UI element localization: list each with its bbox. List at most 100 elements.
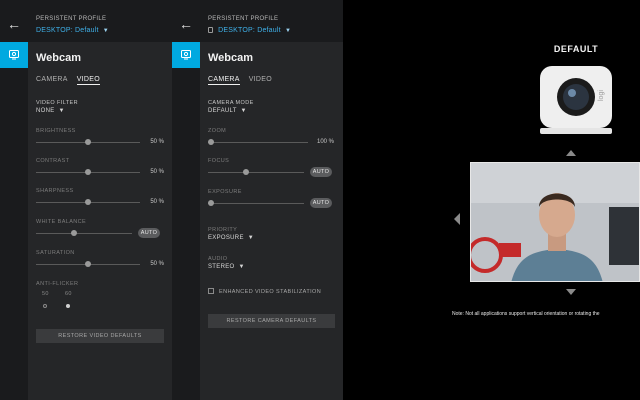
persistent-profile-label: PERSISTENT PROFILE: [208, 16, 279, 22]
profile-prefix: DESKTOP:: [218, 27, 256, 34]
saturation-label: SATURATION: [36, 250, 75, 256]
slider-handle[interactable]: [85, 199, 91, 205]
settings-tabs: CAMERA VIDEO: [36, 76, 107, 85]
chevron-down-icon: ▼: [247, 235, 254, 241]
rotate-up-arrow-icon[interactable]: [566, 150, 576, 156]
profile-prefix: DESKTOP:: [36, 27, 73, 34]
contrast-value: 50 %: [150, 169, 164, 175]
sharpness-slider[interactable]: [36, 199, 140, 205]
webcam-device-button[interactable]: [172, 42, 200, 68]
saturation-slider[interactable]: [36, 261, 140, 267]
chevron-down-icon: ▼: [240, 108, 247, 114]
saturation-value: 50 %: [150, 261, 164, 267]
chevron-down-icon: ▼: [284, 28, 292, 34]
profile-header: PERSISTENT PROFILE DESKTOP: Default ▼: [200, 0, 343, 42]
webcam-device-button[interactable]: [0, 42, 28, 68]
profile-header: PERSISTENT PROFILE DESKTOP: Default ▼: [28, 0, 172, 42]
profile-value: Default: [75, 27, 99, 34]
zoom-slider[interactable]: [208, 139, 308, 145]
tab-video[interactable]: VIDEO: [249, 76, 272, 83]
webcam-lens: [563, 84, 589, 110]
slider-handle[interactable]: [243, 169, 250, 175]
stabilization-label: ENHANCED VIDEO STABILIZATION: [219, 289, 322, 295]
white-balance-auto-toggle[interactable]: AUTO: [138, 228, 160, 238]
slider-handle[interactable]: [85, 169, 91, 175]
slider-track: [36, 232, 132, 234]
profile-value: Default: [257, 27, 281, 34]
persistent-profile-label: PERSISTENT PROFILE: [36, 16, 107, 22]
contrast-slider[interactable]: [36, 169, 140, 175]
restore-camera-defaults-button[interactable]: RESTORE CAMERA DEFAULTS: [208, 314, 335, 328]
profile-selector[interactable]: DESKTOP: Default ▼: [36, 27, 109, 34]
anti-flicker-60-label: 60: [65, 291, 72, 297]
webcam-icon: [181, 50, 191, 60]
back-arrow-icon[interactable]: ←: [6, 16, 22, 32]
slider-handle[interactable]: [71, 230, 78, 236]
page-title: Webcam: [36, 52, 82, 64]
camera-mode-dropdown[interactable]: DEFAULT ▼: [208, 108, 247, 114]
brightness-value: 50 %: [150, 139, 164, 145]
sharpness-value: 50 %: [150, 199, 164, 205]
slider-track: [208, 141, 308, 143]
orientation-note: Note: Not all applications support verti…: [452, 311, 600, 317]
exposure-slider[interactable]: [208, 200, 304, 206]
rotate-left-arrow-icon[interactable]: [454, 213, 460, 225]
contrast-label: CONTRAST: [36, 158, 70, 164]
anti-flicker-50-label: 50: [42, 291, 49, 297]
video-filter-dropdown[interactable]: NONE ▼: [36, 108, 65, 114]
lock-icon: [208, 27, 213, 33]
focus-auto-toggle[interactable]: AUTO: [310, 167, 332, 177]
audio-value: STEREO: [208, 264, 235, 270]
chevron-down-icon: ▼: [102, 28, 109, 34]
anti-flicker-label: ANTI-FLICKER: [36, 281, 79, 287]
slider-handle[interactable]: [208, 139, 214, 145]
zoom-value: 100 %: [316, 139, 334, 145]
white-balance-slider[interactable]: [36, 230, 132, 236]
tab-video[interactable]: VIDEO: [76, 76, 100, 85]
webcam-settings-panel-video: Webcam CAMERA VIDEO VIDEO FILTER NONE ▼ …: [28, 42, 172, 400]
webcam-icon: [9, 50, 19, 60]
webcam-settings-panel-camera: Webcam CAMERA VIDEO CAMERA MODE DEFAULT …: [200, 42, 343, 400]
camera-feed-image: [471, 163, 639, 281]
slider-handle[interactable]: [85, 139, 91, 145]
tab-camera[interactable]: CAMERA: [208, 76, 240, 85]
webcam-device-image: logi: [540, 66, 612, 134]
anti-flicker-50-radio[interactable]: [43, 304, 47, 308]
priority-value: EXPOSURE: [208, 235, 244, 241]
exposure-auto-toggle[interactable]: AUTO: [310, 198, 332, 208]
exposure-label: EXPOSURE: [208, 189, 242, 195]
back-arrow-icon[interactable]: ←: [178, 16, 194, 32]
priority-dropdown[interactable]: EXPOSURE ▼: [208, 235, 254, 241]
chevron-down-icon: ▼: [58, 108, 65, 114]
tab-camera[interactable]: CAMERA: [36, 76, 68, 83]
sidebar: ←: [172, 0, 200, 400]
slider-track: [208, 171, 304, 173]
feed-monitor: [609, 207, 639, 265]
stabilization-checkbox[interactable]: [208, 288, 214, 294]
anti-flicker-60-radio[interactable]: [66, 304, 70, 308]
sidebar: ←: [0, 0, 28, 400]
audio-label: AUDIO: [208, 256, 228, 262]
focus-slider[interactable]: [208, 169, 304, 175]
slider-track: [208, 202, 304, 204]
brightness-label: BRIGHTNESS: [36, 128, 76, 134]
chevron-down-icon: ▼: [238, 264, 245, 270]
webcam-lens-glare: [568, 89, 576, 97]
restore-video-defaults-button[interactable]: RESTORE VIDEO DEFAULTS: [36, 329, 164, 343]
camera-preview: [470, 162, 640, 282]
rotate-down-arrow-icon[interactable]: [566, 289, 576, 295]
slider-handle[interactable]: [85, 261, 91, 267]
feed-wall-logo-banner: [499, 243, 521, 257]
video-filter-value: NONE: [36, 108, 55, 114]
priority-label: PRIORITY: [208, 227, 238, 233]
brightness-slider[interactable]: [36, 139, 140, 145]
slider-handle[interactable]: [208, 200, 214, 206]
audio-dropdown[interactable]: STEREO ▼: [208, 264, 245, 270]
white-balance-label: WHITE BALANCE: [36, 219, 87, 225]
video-filter-label: VIDEO FILTER: [36, 100, 78, 106]
camera-mode-value: DEFAULT: [208, 108, 237, 114]
page-title: Webcam: [208, 52, 254, 64]
profile-selector[interactable]: DESKTOP: Default ▼: [208, 27, 291, 34]
camera-mode-label: CAMERA MODE: [208, 100, 254, 106]
zoom-label: ZOOM: [208, 128, 227, 134]
